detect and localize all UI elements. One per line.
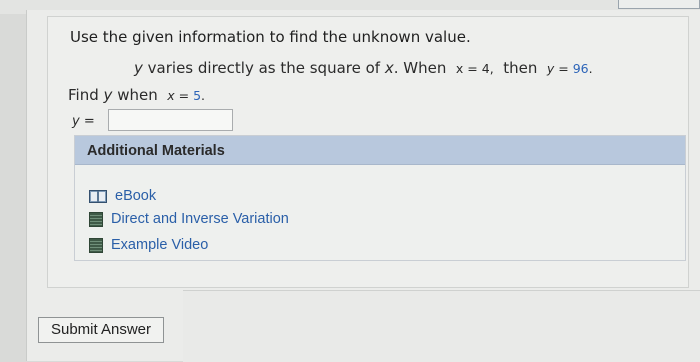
- given-x: x = 4,: [455, 61, 494, 76]
- find-when-text: when: [117, 86, 158, 104]
- video-icon: [89, 237, 103, 253]
- find-var-y: y: [103, 86, 113, 104]
- top-right-tab[interactable]: [618, 0, 700, 9]
- additional-materials-header: Additional Materials: [75, 136, 685, 165]
- question-page: Use the given information to find the un…: [26, 10, 700, 362]
- additional-materials-panel: Additional Materials eBook Direct and In…: [74, 135, 686, 261]
- given-y: y = 96.: [546, 61, 593, 76]
- problem-when-text: . When: [393, 59, 447, 77]
- book-icon: [89, 190, 107, 203]
- material-direct-inverse-link[interactable]: Direct and Inverse Variation: [89, 211, 289, 227]
- material-label: Example Video: [111, 237, 209, 253]
- problem-then-text: then: [503, 59, 538, 77]
- question-box: Use the given information to find the un…: [47, 16, 689, 288]
- submit-answer-button[interactable]: Submit Answer: [38, 317, 164, 343]
- problem-varies-text: varies directly as the square of: [147, 59, 381, 77]
- answer-input[interactable]: [108, 109, 233, 131]
- question-prompt: Use the given information to find the un…: [70, 28, 471, 46]
- find-x: x = 5.: [167, 88, 206, 103]
- find-text: Find: [68, 86, 99, 104]
- var-y: y: [134, 59, 143, 77]
- answer-label: y =: [72, 114, 95, 129]
- var-x: x: [384, 59, 394, 77]
- material-example-video-link[interactable]: Example Video: [89, 237, 208, 253]
- submit-area: [183, 290, 700, 362]
- problem-statement: y varies directly as the square of x. Wh…: [134, 59, 593, 77]
- document-icon: [89, 211, 103, 227]
- material-ebook-link[interactable]: eBook: [89, 188, 156, 204]
- material-label: Direct and Inverse Variation: [111, 211, 289, 227]
- find-statement: Find y when x = 5.: [68, 86, 205, 104]
- material-label: eBook: [115, 188, 157, 204]
